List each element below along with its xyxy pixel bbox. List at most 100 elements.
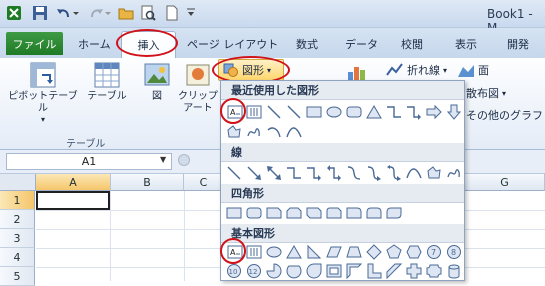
- l-shape-icon[interactable]: [366, 263, 382, 279]
- row-header-1[interactable]: 1: [0, 191, 35, 210]
- right-triangle-icon[interactable]: [306, 244, 322, 260]
- teardrop-icon[interactable]: [306, 263, 322, 279]
- hexagon-icon[interactable]: [406, 244, 422, 260]
- active-cell-a1[interactable]: [36, 191, 110, 210]
- area-chart-button[interactable]: 面: [457, 62, 489, 78]
- elbow-connector-icon[interactable]: [286, 165, 302, 181]
- new-document-icon[interactable]: [164, 5, 180, 21]
- curve-icon[interactable]: [286, 124, 302, 140]
- octagon-icon[interactable]: 8: [446, 244, 462, 260]
- pentagon-icon[interactable]: [386, 244, 402, 260]
- table-button[interactable]: テーブル: [84, 62, 130, 103]
- curved-connector-icon[interactable]: [346, 165, 362, 181]
- tab-file[interactable]: ファイル: [6, 32, 63, 55]
- arc-icon[interactable]: [266, 124, 282, 140]
- shapes-button[interactable]: 図形 ▾: [218, 59, 284, 81]
- oval-icon[interactable]: [266, 244, 282, 260]
- row-header-4[interactable]: 4: [0, 248, 35, 267]
- snip-round-rectangle-icon[interactable]: [326, 205, 342, 221]
- trapezoid-icon[interactable]: [346, 244, 362, 260]
- snip-same-side-rectangle-icon[interactable]: [286, 205, 302, 221]
- plaque-icon[interactable]: [426, 263, 442, 279]
- chord-icon[interactable]: [286, 263, 302, 279]
- tab-data[interactable]: データ: [345, 36, 378, 52]
- column-header-a[interactable]: A: [36, 174, 111, 191]
- down-arrow-icon[interactable]: [446, 104, 462, 120]
- select-all-corner[interactable]: [0, 174, 36, 191]
- column-header-c[interactable]: C: [184, 174, 224, 191]
- print-preview-icon[interactable]: [140, 5, 156, 21]
- line-icon[interactable]: [226, 165, 242, 181]
- row-header-3[interactable]: 3: [0, 229, 35, 248]
- tab-developer[interactable]: 開発: [507, 36, 529, 52]
- plus-icon[interactable]: [406, 263, 422, 279]
- elbow-arrow-connector-icon[interactable]: [306, 165, 322, 181]
- heptagon-icon[interactable]: 7: [426, 244, 442, 260]
- column-header-b[interactable]: B: [111, 174, 184, 191]
- name-box-dropdown-icon[interactable]: ▼: [160, 155, 166, 164]
- line-icon[interactable]: [286, 104, 302, 120]
- isosceles-triangle-icon[interactable]: [286, 244, 302, 260]
- decagon-icon[interactable]: 10: [226, 263, 242, 279]
- parallelogram-icon[interactable]: [326, 244, 342, 260]
- clipart-button[interactable]: クリップ アート: [176, 62, 220, 115]
- line-icon[interactable]: [266, 104, 282, 120]
- curved-arrow-connector-icon[interactable]: [366, 165, 382, 181]
- redo-icon[interactable]: [88, 5, 104, 21]
- save-icon[interactable]: [32, 5, 48, 21]
- vertical-text-box-icon[interactable]: [246, 244, 262, 260]
- scatter-chart-button[interactable]: 散布図 ▾: [466, 85, 506, 101]
- curved-double-arrow-connector-icon[interactable]: [386, 165, 402, 181]
- dodecagon-icon[interactable]: 12: [246, 263, 262, 279]
- line-chart-button[interactable]: 折れ線 ▾: [386, 62, 447, 78]
- elbow-connector-icon[interactable]: [386, 104, 402, 120]
- name-box[interactable]: A1: [6, 153, 172, 170]
- open-folder-icon[interactable]: [118, 5, 134, 21]
- pivot-table-button[interactable]: ピボットテーブル ▾: [8, 62, 78, 125]
- text-box-icon[interactable]: A: [226, 244, 244, 260]
- undo-dropdown-icon[interactable]: [72, 5, 80, 21]
- snip-single-corner-rectangle-icon[interactable]: [266, 205, 282, 221]
- elbow-double-arrow-connector-icon[interactable]: [326, 165, 342, 181]
- picture-button[interactable]: 図: [140, 62, 174, 103]
- customize-toolbar-icon[interactable]: [186, 5, 196, 21]
- column-header-g[interactable]: G: [465, 174, 545, 191]
- other-charts-button[interactable]: その他のグラフ: [466, 107, 543, 123]
- rectangle-icon[interactable]: [306, 104, 322, 120]
- tab-home[interactable]: ホーム: [78, 36, 111, 52]
- rounded-rectangle-icon[interactable]: [246, 205, 262, 221]
- scribble-icon[interactable]: [246, 124, 262, 140]
- half-frame-icon[interactable]: [346, 263, 362, 279]
- oval-icon[interactable]: [326, 104, 342, 120]
- text-box-icon[interactable]: A: [226, 104, 244, 120]
- row-header-5[interactable]: 5: [0, 267, 35, 286]
- freeform-shape-icon[interactable]: [426, 165, 442, 181]
- curve-icon[interactable]: [406, 165, 422, 181]
- round-diagonal-rectangle-icon[interactable]: [386, 205, 402, 221]
- tab-view[interactable]: 表示: [455, 36, 477, 52]
- tab-formulas[interactable]: 数式: [296, 36, 318, 52]
- rounded-rectangle-icon[interactable]: [346, 104, 362, 120]
- diagonal-stripe-icon[interactable]: [386, 263, 402, 279]
- tab-page-layout[interactable]: ページ レイアウト: [187, 36, 278, 52]
- round-same-side-rectangle-icon[interactable]: [366, 205, 382, 221]
- tab-insert[interactable]: 挿入: [121, 31, 176, 58]
- diamond-icon[interactable]: [366, 244, 382, 260]
- row-header-2[interactable]: 2: [0, 210, 35, 229]
- double-arrow-line-icon[interactable]: [266, 165, 282, 181]
- redo-dropdown-icon[interactable]: [104, 5, 112, 21]
- can-icon[interactable]: [446, 263, 462, 279]
- elbow-arrow-connector-icon[interactable]: [406, 104, 422, 120]
- freeform-shape-icon[interactable]: [226, 124, 242, 140]
- tab-review[interactable]: 校閲: [401, 36, 423, 52]
- rectangle-icon[interactable]: [226, 205, 242, 221]
- formula-bar-handle-icon[interactable]: [178, 154, 190, 166]
- pie-icon[interactable]: [266, 263, 282, 279]
- snip-diagonal-rectangle-icon[interactable]: [306, 205, 322, 221]
- right-arrow-icon[interactable]: [426, 104, 442, 120]
- undo-icon[interactable]: [56, 5, 72, 21]
- triangle-icon[interactable]: [366, 104, 382, 120]
- scribble-icon[interactable]: [446, 165, 462, 181]
- vertical-text-box-icon[interactable]: [246, 104, 262, 120]
- round-single-corner-rectangle-icon[interactable]: [346, 205, 362, 221]
